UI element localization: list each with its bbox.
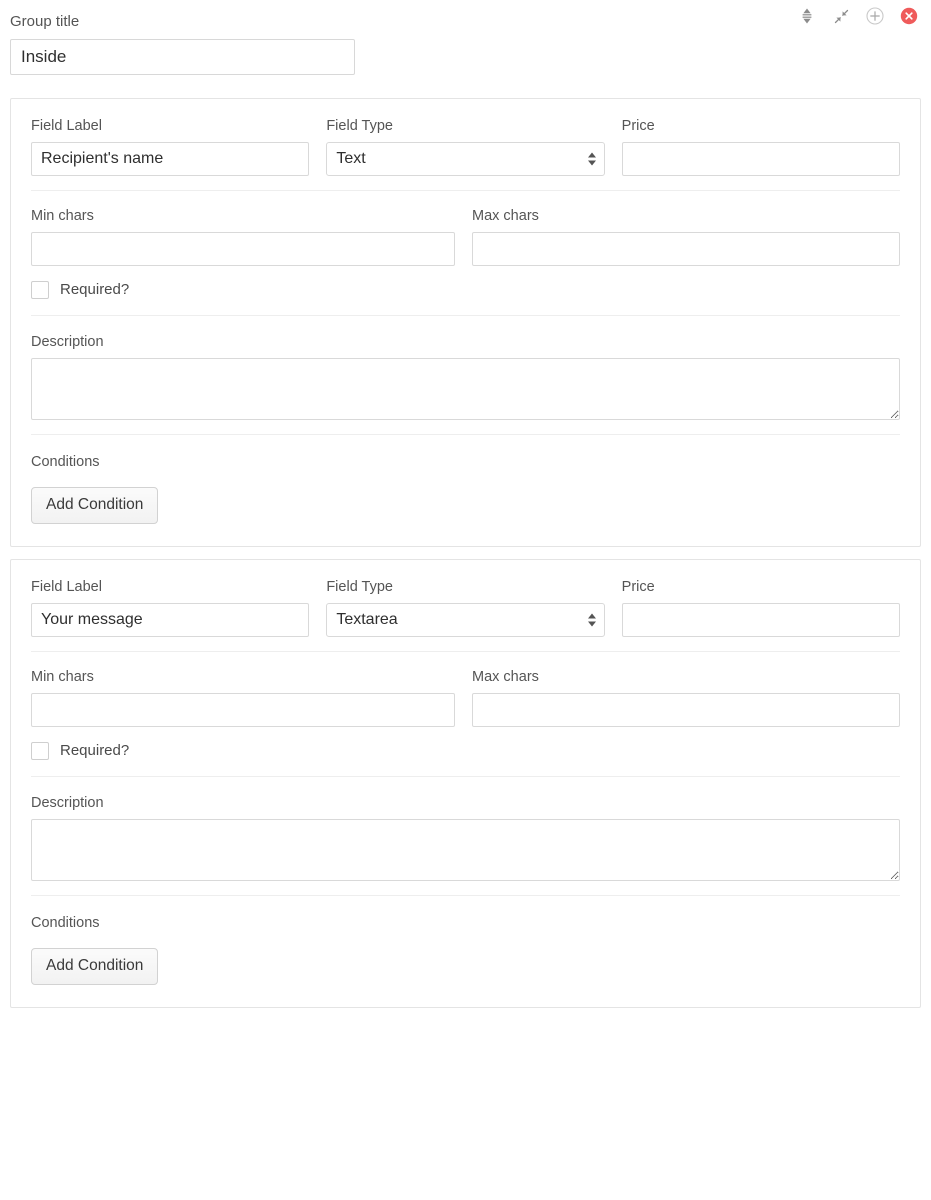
field-price-input[interactable] [621, 142, 900, 176]
field-row-primary: Field Label Field Type Text Price [31, 117, 900, 176]
group-title-input[interactable] [10, 39, 355, 75]
description-textarea[interactable] [31, 819, 900, 881]
min-chars-caption: Min chars [31, 208, 94, 224]
required-checkbox[interactable] [31, 281, 49, 299]
description-caption: Description [31, 334, 104, 350]
min-chars-input[interactable] [31, 232, 456, 266]
field-panel: Field Label Field Type Text Price [10, 98, 921, 547]
field-price-group: Price [621, 117, 900, 176]
field-label-input[interactable] [31, 603, 310, 637]
field-row-chars: Min chars Max chars [31, 207, 900, 266]
conditions-caption: Conditions [31, 915, 100, 931]
field-type-select[interactable]: Text [326, 142, 605, 176]
field-label-caption: Field Label [31, 579, 102, 595]
min-chars-input[interactable] [31, 693, 456, 727]
required-row: Required? [31, 281, 900, 299]
field-price-group: Price [621, 578, 900, 637]
description-textarea[interactable] [31, 358, 900, 420]
row-divider [31, 434, 900, 435]
conditions-group: Conditions Add Condition [31, 914, 900, 985]
conditions-caption: Conditions [31, 454, 100, 470]
field-row-chars: Min chars Max chars [31, 668, 900, 727]
collapse-icon[interactable] [831, 6, 851, 26]
field-label-input[interactable] [31, 142, 310, 176]
description-caption: Description [31, 795, 104, 811]
remove-circle-icon[interactable] [899, 6, 919, 26]
field-type-caption: Field Type [326, 118, 393, 134]
required-label[interactable]: Required? [60, 281, 129, 299]
field-type-select[interactable]: Textarea [326, 603, 605, 637]
max-chars-input[interactable] [472, 232, 900, 266]
group-title-label: Group title [10, 13, 80, 30]
required-checkbox[interactable] [31, 742, 49, 760]
row-divider [31, 651, 900, 652]
field-row-primary: Field Label Field Type Textarea Price [31, 578, 900, 637]
required-row: Required? [31, 742, 900, 760]
description-group: Description [31, 794, 900, 881]
min-chars-group: Min chars [31, 207, 456, 266]
form-builder-page: Group title Inside Field Label Recipient… [0, 0, 931, 1200]
field-label-group: Field Label [31, 578, 310, 637]
group-header: Group title [0, 0, 931, 75]
required-label[interactable]: Required? [60, 742, 129, 760]
field-type-group: Field Type Textarea [326, 578, 605, 637]
max-chars-group: Max chars [472, 207, 900, 266]
field-price-input[interactable] [621, 603, 900, 637]
add-condition-button[interactable]: Add Condition [31, 948, 159, 985]
min-chars-caption: Min chars [31, 669, 94, 685]
row-divider [31, 776, 900, 777]
conditions-group: Conditions Add Condition [31, 453, 900, 524]
max-chars-caption: Max chars [472, 669, 539, 685]
field-type-group: Field Type Text [326, 117, 605, 176]
reorder-icon[interactable] [797, 6, 817, 26]
max-chars-caption: Max chars [472, 208, 539, 224]
field-label-group: Field Label [31, 117, 310, 176]
max-chars-group: Max chars [472, 668, 900, 727]
field-price-caption: Price [621, 118, 655, 134]
row-divider [31, 895, 900, 896]
field-type-caption: Field Type [326, 579, 393, 595]
add-condition-button[interactable]: Add Condition [31, 487, 159, 524]
min-chars-group: Min chars [31, 668, 456, 727]
field-price-caption: Price [621, 579, 655, 595]
group-header-actions [797, 6, 919, 26]
field-panel: Field Label Field Type Textarea Price [10, 559, 921, 1008]
add-circle-icon[interactable] [865, 6, 885, 26]
row-divider [31, 315, 900, 316]
description-group: Description [31, 333, 900, 420]
max-chars-input[interactable] [472, 693, 900, 727]
field-label-caption: Field Label [31, 118, 102, 134]
row-divider [31, 190, 900, 191]
